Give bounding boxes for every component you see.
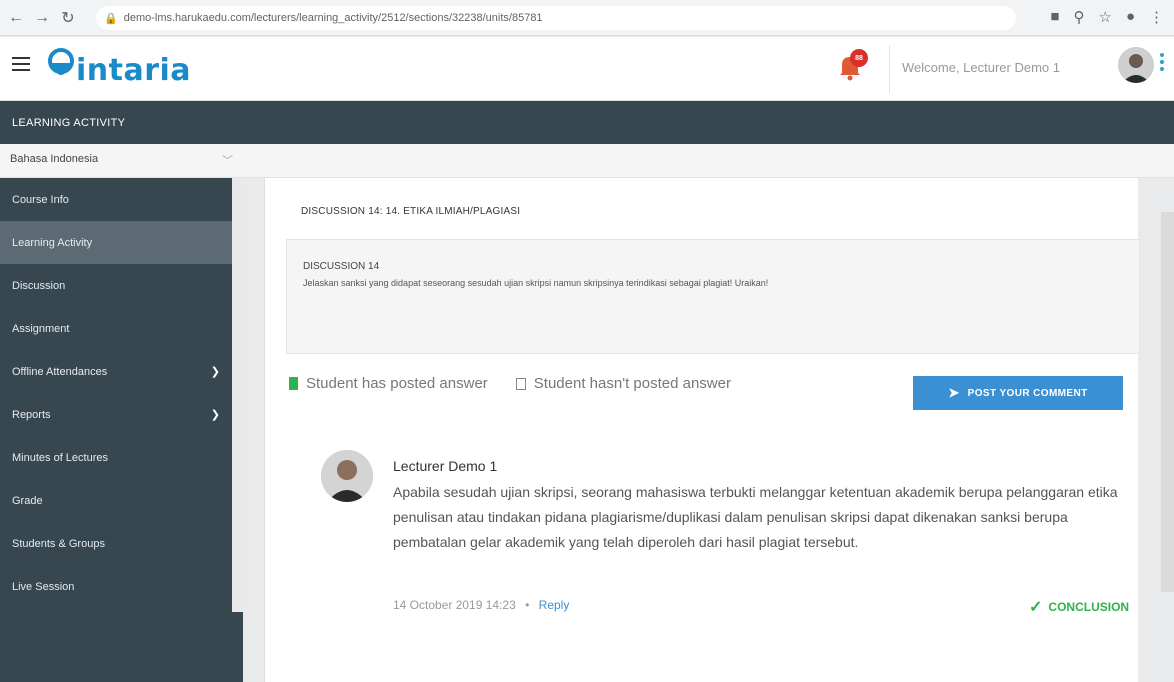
sidebar-item-label: Assignment bbox=[12, 322, 70, 335]
answer-legend: Student has posted answer Student hasn't… bbox=[289, 375, 731, 392]
logo[interactable]: intaria bbox=[44, 47, 191, 87]
welcome-text: Welcome, Lecturer Demo 1 bbox=[902, 60, 1060, 75]
back-icon[interactable]: ← bbox=[6, 8, 26, 28]
chevron-right-icon: ❯ bbox=[210, 409, 220, 421]
header-divider bbox=[889, 45, 890, 93]
main-content: DISCUSSION 14: 14. ETIKA ILMIAH/PLAGIASI… bbox=[243, 178, 1174, 682]
chevron-right-icon: ❯ bbox=[210, 366, 220, 378]
profile-icon[interactable]: ● bbox=[1126, 8, 1135, 26]
comment-author: Lecturer Demo 1 bbox=[393, 458, 498, 474]
sidebar-item-reports[interactable]: Reports ❯ bbox=[0, 393, 232, 436]
sidebar-item-students-groups[interactable]: Students & Groups bbox=[0, 522, 232, 565]
sidebar-item-offline-attendances[interactable]: Offline Attendances ❯ bbox=[0, 350, 232, 393]
legend-posted-label: Student has posted answer bbox=[306, 375, 488, 392]
discussion-card: DISCUSSION 14: 14. ETIKA ILMIAH/PLAGIASI… bbox=[264, 178, 1140, 682]
post-comment-label: POST YOUR COMMENT bbox=[967, 387, 1088, 399]
sidebar: Course Info Learning Activity Discussion… bbox=[0, 178, 243, 682]
legend-not-posted-label: Student hasn't posted answer bbox=[533, 375, 731, 392]
sidebar-item-grade[interactable]: Grade bbox=[0, 479, 232, 522]
forward-icon[interactable]: → bbox=[32, 8, 52, 28]
learning-activity-bar: LEARNING ACTIVITY bbox=[0, 101, 1174, 144]
posted-square-icon bbox=[289, 377, 298, 390]
reply-link[interactable]: Reply bbox=[539, 598, 570, 612]
browser-toolbar: ← → ↻ 🔒 demo-lms.harukaedu.com/lecturers… bbox=[0, 0, 1174, 36]
sidebar-item-label: Minutes of Lectures bbox=[12, 451, 108, 464]
browser-menu-icon[interactable]: ⋮ bbox=[1149, 8, 1164, 26]
extension-icon[interactable]: ■ bbox=[1050, 8, 1059, 26]
sidebar-item-assignment[interactable]: Assignment bbox=[0, 307, 232, 350]
logo-mark-icon bbox=[44, 47, 78, 87]
sidebar-item-label: Discussion bbox=[12, 279, 66, 292]
zoom-icon[interactable]: ⚲ bbox=[1073, 8, 1084, 26]
sidebar-item-learning-activity[interactable]: Learning Activity bbox=[0, 221, 232, 264]
sidebar-item-live-session[interactable]: Live Session bbox=[0, 565, 232, 608]
conclusion-text: CONCLUSION bbox=[1048, 600, 1130, 614]
reload-icon[interactable]: ↻ bbox=[58, 8, 78, 28]
discussion-question: Jelaskan sanksi yang didapat seseorang s… bbox=[303, 278, 769, 288]
send-icon: ➤ bbox=[948, 385, 960, 400]
sidebar-item-label: Course Info bbox=[12, 193, 69, 206]
hamburger-menu-icon[interactable] bbox=[12, 57, 30, 71]
sidebar-item-label: Learning Activity bbox=[12, 236, 93, 249]
notification-badge: 88 bbox=[850, 49, 868, 67]
sidebar-item-label: Live Session bbox=[12, 580, 75, 593]
comment-avatar bbox=[321, 450, 373, 502]
discussion-box-title: DISCUSSION 14 bbox=[303, 261, 380, 272]
sidebar-item-minutes-of-lectures[interactable]: Minutes of Lectures bbox=[0, 436, 232, 479]
url-text: demo-lms.harukaedu.com/lecturers/learnin… bbox=[123, 12, 543, 24]
user-avatar[interactable] bbox=[1118, 47, 1154, 83]
bookmark-star-icon[interactable]: ☆ bbox=[1098, 8, 1111, 26]
address-bar[interactable]: 🔒 demo-lms.harukaedu.com/lecturers/learn… bbox=[96, 6, 1016, 30]
logo-text: intaria bbox=[76, 53, 192, 88]
discussion-question-box: DISCUSSION 14 Jelaskan sanksi yang didap… bbox=[286, 239, 1140, 354]
sidebar-item-label: Students & Groups bbox=[12, 537, 105, 550]
sidebar-item-label: Offline Attendances bbox=[12, 365, 108, 378]
main-scrollbar[interactable] bbox=[1161, 212, 1174, 592]
chevron-down-icon[interactable]: ﹀ bbox=[222, 152, 233, 168]
comment-timestamp: 14 October 2019 14:23 bbox=[393, 598, 516, 612]
sidebar-item-label: Reports bbox=[12, 408, 51, 421]
post-comment-button[interactable]: ➤ POST YOUR COMMENT bbox=[913, 376, 1123, 410]
comment-meta: 14 October 2019 14:23 • Reply bbox=[393, 598, 569, 612]
lock-icon: 🔒 bbox=[104, 12, 118, 25]
language-select[interactable]: Bahasa Indonesia bbox=[10, 153, 98, 165]
conclusion-label[interactable]: ✓ CONCLUSION bbox=[1029, 597, 1129, 617]
not-posted-square-icon bbox=[515, 377, 526, 390]
check-icon: ✓ bbox=[1029, 599, 1043, 616]
sidebar-item-course-info[interactable]: Course Info bbox=[0, 178, 232, 221]
discussion-title: DISCUSSION 14: 14. ETIKA ILMIAH/PLAGIASI bbox=[301, 206, 521, 217]
user-menu-icon[interactable] bbox=[1160, 53, 1164, 71]
sidebar-scrollbar[interactable] bbox=[232, 178, 243, 612]
sidebar-item-discussion[interactable]: Discussion bbox=[0, 264, 232, 307]
learning-activity-title: LEARNING ACTIVITY bbox=[12, 116, 126, 129]
comment-text: Apabila sesudah ujian skripsi, seorang m… bbox=[393, 484, 1118, 550]
sidebar-item-label: Grade bbox=[12, 494, 43, 507]
meta-separator: • bbox=[525, 598, 530, 612]
language-row: Bahasa Indonesia ﹀ bbox=[0, 144, 1174, 178]
app-header: intaria 88 Welcome, Lecturer Demo 1 bbox=[0, 37, 1174, 101]
